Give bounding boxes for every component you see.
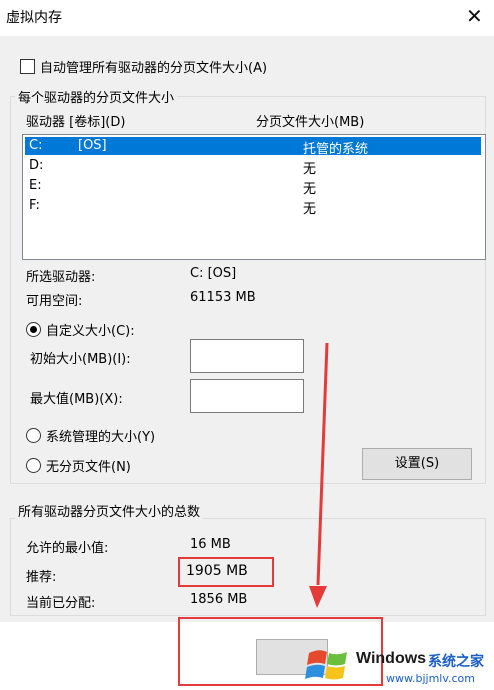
- watermark-brand: Windows: [356, 650, 427, 667]
- auto-manage-label[interactable]: 自动管理所有驱动器的分页文件大小(A): [40, 57, 267, 76]
- title-bar: 虚拟内存 ✕: [0, 0, 494, 36]
- totals-group-title: 所有驱动器分页文件大小的总数: [15, 501, 204, 520]
- red-arrow-annotation: [309, 342, 329, 608]
- custom-size-label[interactable]: 自定义大小(C):: [46, 320, 135, 339]
- drive-row-f[interactable]: F: 无: [25, 197, 481, 217]
- selected-drive-value: C: [OS]: [190, 266, 237, 281]
- arrow-shaft: [316, 342, 329, 586]
- initial-size-input[interactable]: [190, 339, 304, 373]
- allocated-label: 当前已分配:: [26, 596, 96, 611]
- watermark-site-name: 系统之家: [428, 654, 484, 670]
- selected-drive-label: 所选驱动器:: [26, 270, 96, 285]
- free-space-label: 可用空间:: [26, 294, 83, 309]
- watermark-url: www.bjjmlv.com: [386, 672, 475, 685]
- drive-row-c[interactable]: C: [OS] 托管的系统: [25, 137, 481, 157]
- drive-row-d[interactable]: D: 无: [25, 157, 481, 177]
- no-paging-label[interactable]: 无分页文件(N): [46, 456, 131, 475]
- allocated-value: 1856 MB: [190, 592, 248, 607]
- custom-size-radio[interactable]: [26, 322, 41, 337]
- auto-manage-checkbox[interactable]: [20, 59, 35, 74]
- min-allowed-label: 允许的最小值:: [26, 541, 109, 556]
- system-managed-radio[interactable]: [26, 428, 41, 443]
- free-space-value: 61153 MB: [190, 290, 256, 305]
- per-drive-group-title: 每个驱动器的分页文件大小: [15, 87, 178, 106]
- window-title: 虚拟内存: [6, 10, 62, 26]
- no-paging-radio[interactable]: [26, 458, 41, 473]
- set-button-label: 设置(S): [394, 456, 440, 471]
- drive-row-e[interactable]: E: 无: [25, 177, 481, 197]
- recommended-label: 推荐:: [26, 570, 57, 585]
- system-managed-label[interactable]: 系统管理的大小(Y): [46, 426, 155, 445]
- max-size-label: 最大值(MB)(X):: [30, 392, 123, 407]
- drive-list[interactable]: C: [OS] 托管的系统 D: 无 E: 无 F: 无: [22, 134, 486, 260]
- close-icon[interactable]: ✕: [466, 4, 483, 28]
- recommended-highlight-box: [178, 557, 274, 587]
- windows-logo-icon: [305, 650, 347, 680]
- set-button[interactable]: 设置(S): [362, 448, 472, 480]
- max-size-input[interactable]: [190, 379, 304, 413]
- column-header-size: 分页文件大小(MB): [256, 115, 365, 130]
- initial-size-label: 初始大小(MB)(I):: [30, 352, 131, 367]
- min-allowed-value: 16 MB: [190, 537, 231, 552]
- arrow-head: [309, 586, 327, 608]
- column-header-drive: 驱动器 [卷标](D): [26, 115, 126, 130]
